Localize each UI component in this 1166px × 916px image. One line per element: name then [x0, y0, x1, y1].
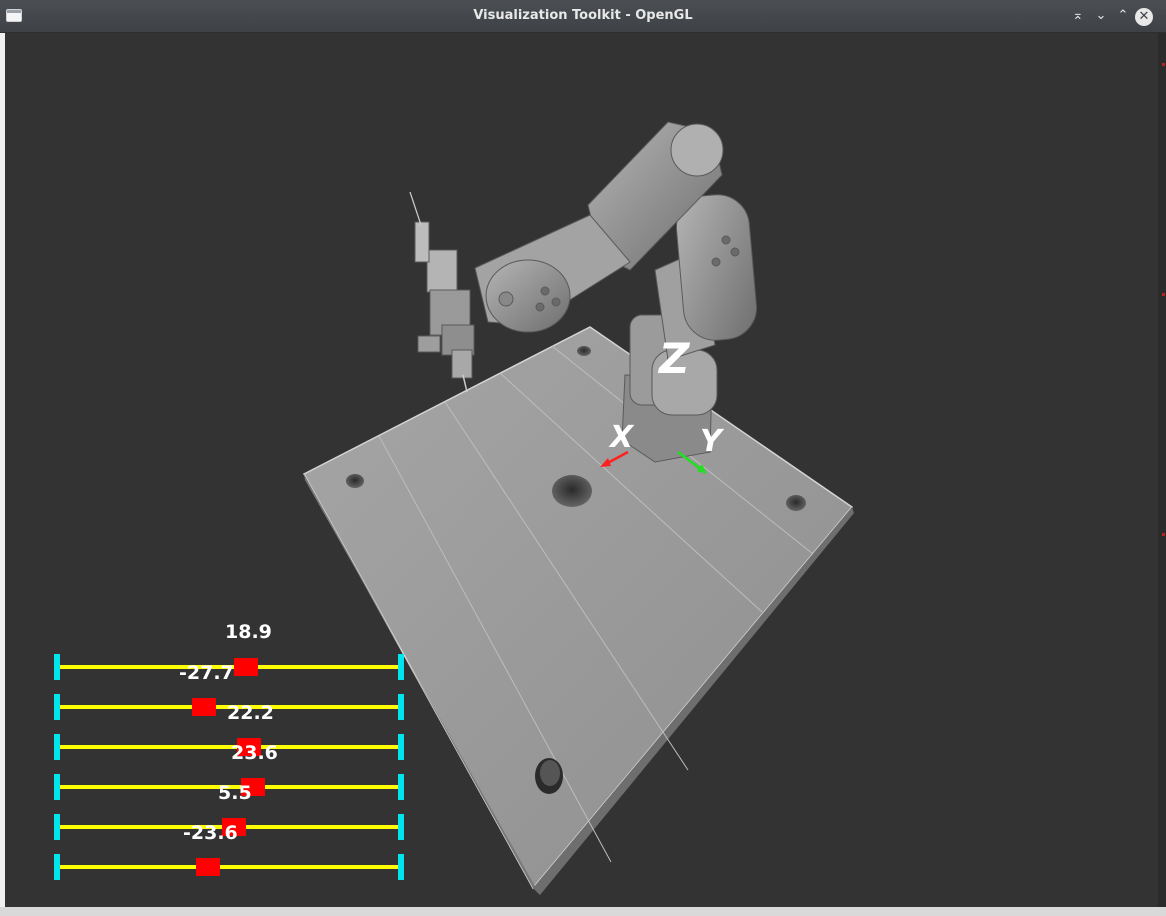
- center-hole: [552, 475, 592, 507]
- slider-cap-right: [398, 774, 404, 800]
- slider-handle[interactable]: [192, 698, 216, 716]
- slider-value: -23.6: [183, 822, 238, 844]
- slider-cap-right: [398, 654, 404, 680]
- joint-sliders: 18.9 -27.7 22.2 23.6 5.5 -23.6: [54, 621, 404, 880]
- base-plate: [302, 326, 854, 895]
- slider-cap-left: [54, 694, 60, 720]
- slider-cap-left: [54, 654, 60, 680]
- mount-hole: [346, 474, 364, 488]
- slider-value: -27.7: [179, 662, 234, 684]
- x-axis-label: X: [608, 420, 635, 455]
- slider-cap-right: [398, 734, 404, 760]
- y-axis-label: Y: [700, 424, 725, 459]
- slider-cap-left: [54, 774, 60, 800]
- slider-cap-left: [54, 854, 60, 880]
- slider-handle[interactable]: [234, 658, 258, 676]
- mount-hole: [786, 495, 806, 511]
- slider-cap-right: [398, 694, 404, 720]
- slider-cap-right: [398, 854, 404, 880]
- slider-value: 5.5: [218, 782, 252, 804]
- slider-cap-right: [398, 814, 404, 840]
- 3d-scene[interactable]: X Y Z 18.9 -27.7 22.2 23.6 5.5 -23.6: [0, 0, 1166, 916]
- slider-cap-left: [54, 814, 60, 840]
- slider-handle[interactable]: [196, 858, 220, 876]
- slider-value: 22.2: [227, 702, 274, 724]
- slider-value: 18.9: [225, 621, 272, 643]
- mount-hole: [577, 346, 591, 356]
- slider-cap-left: [54, 734, 60, 760]
- z-axis-label: Z: [657, 334, 691, 383]
- slider-value: 23.6: [231, 742, 278, 764]
- joint-slider-3[interactable]: 22.2: [54, 702, 404, 760]
- joint-slider-6[interactable]: -23.6: [54, 822, 404, 880]
